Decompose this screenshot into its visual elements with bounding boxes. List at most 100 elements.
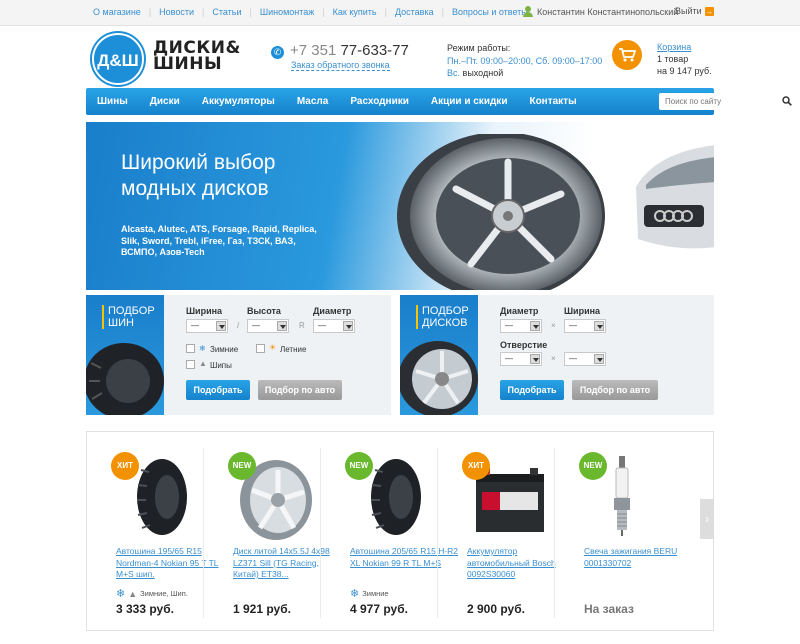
disk-bolt-value-1: — — [505, 354, 513, 363]
new-badge: NEW — [579, 452, 607, 480]
search-input[interactable] — [659, 93, 779, 110]
disk-bolt-count-select[interactable]: — — [500, 352, 542, 366]
product-props: ❄ Зимние — [350, 587, 389, 600]
product-name-link[interactable]: Свеча зажигания BERU 0001330702 — [584, 546, 698, 569]
product-props: ❄ ▲ Зимние, Шип. — [116, 587, 188, 600]
main-nav: Шины Диски Аккумуляторы Масла Расходники… — [86, 88, 796, 115]
product-price: 1 921 руб. — [233, 602, 291, 616]
product-price: 2 900 руб. — [467, 602, 525, 616]
new-badge: NEW — [345, 452, 373, 480]
tire-width-label: Ширина — [186, 306, 223, 316]
top-link-faq[interactable]: Вопросы и ответы — [444, 7, 536, 17]
tire-filter-tag: ПОДБОР ШИН — [86, 295, 164, 415]
nav-disks[interactable]: Диски — [139, 96, 191, 107]
disk-sep-2: × — [551, 354, 556, 363]
tire-height-label: Высота — [247, 306, 281, 316]
top-link-news[interactable]: Новости — [151, 7, 202, 17]
slider-dot-1[interactable] — [658, 268, 669, 279]
hours-sunday: выходной — [462, 68, 504, 78]
disk-submit-button[interactable]: Подобрать — [500, 380, 564, 400]
slider-dot-3[interactable] — [690, 268, 701, 279]
cart-count: 1 товар — [657, 54, 689, 64]
cart-summary: Корзина 1 товар на 9 147 руб. — [657, 41, 712, 77]
search-icon[interactable] — [782, 96, 792, 106]
top-link-tire-fitting[interactable]: Шиномонтаж — [252, 7, 322, 17]
tire-filter: ПОДБОР ШИН Ширина Высота Диаметр — / — R… — [86, 295, 391, 415]
stud-icon: ▲ — [128, 588, 138, 599]
product-card: NEW Диск литой 14x5.5J 4x98 LZ371 Sill (… — [204, 432, 330, 632]
product-card: ХИТ Аккумулятор автомобильный Bosch 0092… — [438, 432, 556, 632]
top-link-delivery[interactable]: Доставка — [387, 7, 442, 17]
studs-checkbox[interactable] — [186, 360, 195, 369]
callback-link[interactable]: Заказ обратного звонка — [291, 60, 390, 71]
snowflake-icon: ❄ — [350, 588, 360, 600]
top-link-how-to-buy[interactable]: Как купить — [325, 7, 385, 17]
tire-height-value: — — [252, 321, 260, 330]
user-profile[interactable]: Константин Константинопольский — [523, 6, 678, 17]
nav-consumables[interactable]: Расходники — [339, 96, 420, 107]
hours-weekdays: Пн.–Пт. 09:00–20:00, Сб. 09:00–17:00 — [447, 55, 603, 66]
summer-checkbox[interactable] — [256, 344, 265, 353]
carousel-next-arrow[interactable]: › — [700, 499, 714, 539]
winter-checkbox[interactable] — [186, 344, 195, 353]
tire-sep-r: R — [299, 321, 305, 330]
product-card: NEW Автошина 205/65 R15 H-R2 XL Nokian 9… — [321, 432, 458, 632]
product-price: 3 333 руб. — [116, 602, 174, 616]
cart-link[interactable]: Корзина — [657, 41, 712, 53]
chevron-down-icon — [594, 321, 604, 331]
disk-width-label: Ширина — [564, 306, 601, 316]
tire-sep-slash: / — [237, 321, 240, 330]
tire-filter-title: ПОДБОР ШИН — [102, 305, 155, 329]
working-hours: Режим работы: Пн.–Пт. 09:00–20:00, Сб. 0… — [447, 42, 602, 80]
tire-height-select[interactable]: — — [247, 319, 289, 333]
disk-filter-tag: ПОДБОР ДИСКОВ — [400, 295, 478, 415]
chevron-down-icon — [530, 321, 540, 331]
logo[interactable]: Д&Ш — [92, 33, 144, 85]
alloy-wheel-image — [397, 134, 605, 290]
banner-title: Широкий выбор модных дисков — [121, 151, 276, 200]
brand-line-2: ШИНЫ — [153, 54, 223, 74]
banner-brands: Alcasta, Alutec, ATS, Forsage, Rapid, Re… — [121, 224, 317, 257]
product-card: NEW Свеча зажигания BERU 0001330702 На з… — [555, 432, 677, 632]
phone-main: 77-633-77 — [340, 42, 409, 59]
chevron-down-icon — [216, 321, 226, 331]
phone-code: +7 351 — [290, 42, 337, 59]
chevron-down-icon — [277, 321, 287, 331]
disk-bolt-value-2: — — [569, 354, 577, 363]
nav-tires[interactable]: Шины — [86, 96, 139, 107]
car-image — [636, 145, 714, 249]
promo-banner[interactable]: Широкий выбор модных дисков Alcasta, Alu… — [86, 122, 714, 290]
cart-icon[interactable] — [612, 40, 642, 70]
disk-bolt-pcd-select[interactable]: — — [564, 352, 606, 366]
new-badge: NEW — [228, 452, 256, 480]
summer-label: Летние — [280, 345, 307, 354]
user-icon — [523, 6, 533, 17]
nav-promotions[interactable]: Акции и скидки — [420, 96, 519, 107]
disk-filter: ПОДБОР ДИСКОВ Диаметр Ширина — × — Отвер… — [400, 295, 714, 415]
disk-by-car-button[interactable]: Подбор по авто — [572, 380, 658, 400]
brand-name[interactable]: ДИСКИ& ШИНЫ — [153, 40, 241, 74]
disk-bolt-label: Отверстие — [500, 340, 548, 350]
disk-width-select[interactable]: — — [564, 319, 606, 333]
sun-icon: ☀ — [269, 343, 277, 352]
nav-batteries[interactable]: Аккумуляторы — [191, 96, 286, 107]
tire-width-select[interactable]: — — [186, 319, 228, 333]
winter-label: Зимние — [210, 345, 239, 354]
top-link-articles[interactable]: Статьи — [204, 7, 249, 17]
hours-sunday-day: Вс. — [447, 68, 461, 78]
snowflake-icon: ❄ — [199, 344, 206, 353]
top-links: О магазине | Новости | Статьи | Шиномонтаж |… — [85, 7, 536, 17]
tire-by-car-button[interactable]: Подбор по авто — [258, 380, 342, 400]
chevron-down-icon — [343, 321, 353, 331]
tire-diameter-select[interactable]: — — [313, 319, 355, 333]
nav-oils[interactable]: Масла — [286, 96, 340, 107]
tire-submit-button[interactable]: Подобрать — [186, 380, 250, 400]
top-link-about[interactable]: О магазине — [85, 7, 149, 17]
logout-link[interactable]: Выйти → — [675, 6, 714, 16]
user-name: Константин Константинопольский — [537, 6, 679, 17]
disk-diameter-select[interactable]: — — [500, 319, 542, 333]
nav-contacts[interactable]: Контакты — [518, 96, 587, 107]
chevron-down-icon — [530, 354, 540, 364]
slider-dot-2[interactable] — [674, 268, 685, 279]
disk-width-value: — — [569, 321, 577, 330]
